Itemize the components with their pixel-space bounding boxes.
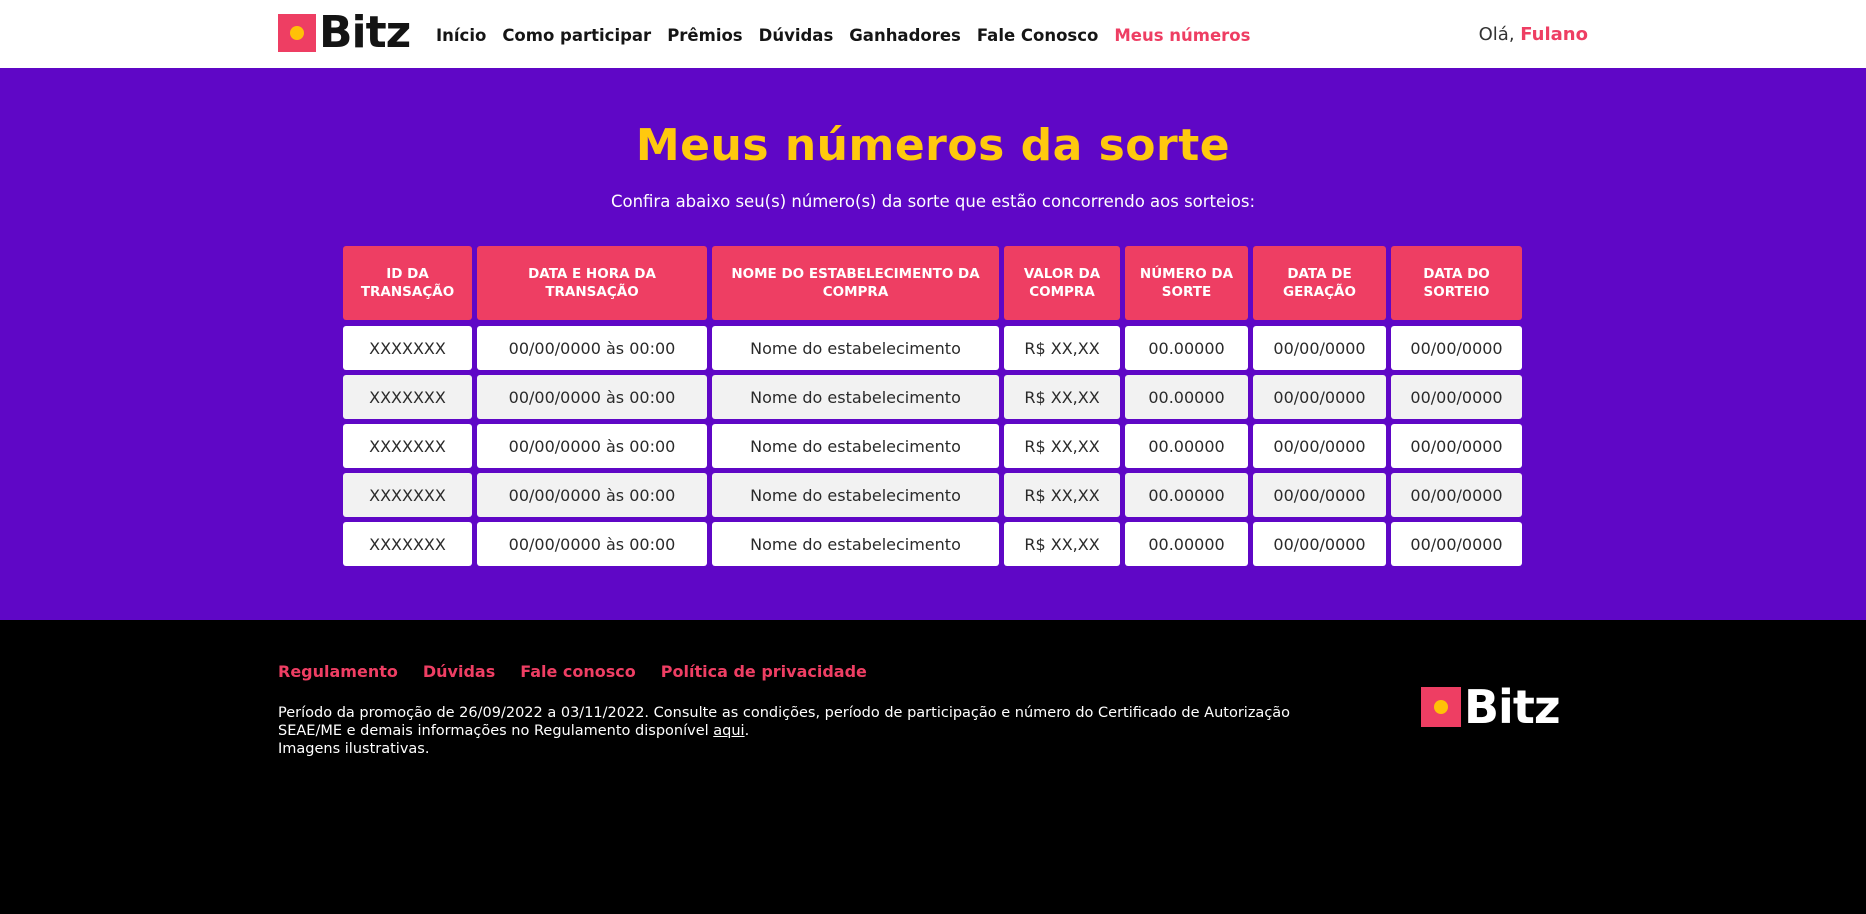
table-cell: 00.00000 xyxy=(1125,326,1248,370)
table-row: XXXXXXX 00/00/0000 às 00:00 Nome do esta… xyxy=(343,473,1522,517)
legal-text: Período da promoção de 26/09/2022 a 03/1… xyxy=(278,705,1291,739)
footer-bitz-logo[interactable]: Bitz xyxy=(1421,680,1561,734)
logo-text: Bitz xyxy=(319,7,411,58)
table-row: XXXXXXX 00/00/0000 às 00:00 Nome do esta… xyxy=(343,424,1522,468)
table-row: XXXXXXX 00/00/0000 às 00:00 Nome do esta… xyxy=(343,375,1522,419)
nav-meus-numeros[interactable]: Meus números xyxy=(1114,26,1250,45)
table-cell: 00/00/0000 às 00:00 xyxy=(477,326,707,370)
table-cell: 00/00/0000 xyxy=(1391,375,1522,419)
table-cell: 00/00/0000 às 00:00 xyxy=(477,424,707,468)
page-subtitle: Confira abaixo seu(s) número(s) da sorte… xyxy=(610,192,1256,211)
table-cell: 00/00/0000 às 00:00 xyxy=(477,375,707,419)
table-cell: 00/00/0000 xyxy=(1391,326,1522,370)
legal-text-end: . xyxy=(744,723,750,739)
table-cell: R$ XX,XX xyxy=(1004,424,1120,468)
table-cell: Nome do estabelecimento xyxy=(712,424,999,468)
footer-link-fale-conosco[interactable]: Fale conosco xyxy=(520,662,636,681)
table-header-row: ID DA TRANSAÇÃO DATA E HORA DA TRANSAÇÃO… xyxy=(343,246,1522,320)
table-cell: R$ XX,XX xyxy=(1004,473,1120,517)
table-row: XXXXXXX 00/00/0000 às 00:00 Nome do esta… xyxy=(343,326,1522,370)
table-cell: 00/00/0000 xyxy=(1253,424,1386,468)
table-cell: 00.00000 xyxy=(1125,424,1248,468)
column-header: DATA DO SORTEIO xyxy=(1391,246,1522,320)
nav-fale-conosco[interactable]: Fale Conosco xyxy=(977,26,1099,45)
nav-como-participar[interactable]: Como participar xyxy=(502,26,651,45)
table-cell: Nome do estabelecimento xyxy=(712,522,999,566)
table-cell: XXXXXXX xyxy=(343,424,472,468)
table-cell: 00/00/0000 xyxy=(1253,473,1386,517)
table-cell: 00/00/0000 xyxy=(1391,424,1522,468)
nav-premios[interactable]: Prêmios xyxy=(667,26,742,45)
illustrative-note: Imagens ilustrativas. xyxy=(278,741,430,757)
nav-ganhadores[interactable]: Ganhadores xyxy=(849,26,961,45)
table-cell: 00/00/0000 xyxy=(1253,375,1386,419)
site-footer: Regulamento Dúvidas Fale conosco Polític… xyxy=(0,620,1866,914)
table-cell: 00/00/0000 xyxy=(1253,326,1386,370)
table-cell: 00/00/0000 xyxy=(1391,473,1522,517)
column-header: NOME DO ESTABELECIMENTO DA COMPRA xyxy=(712,246,999,320)
logo-mark-icon xyxy=(1421,687,1461,727)
main-nav: Início Como participar Prêmios Dúvidas G… xyxy=(436,26,1266,45)
footer-logo-text: Bitz xyxy=(1464,680,1561,734)
table-cell: R$ XX,XX xyxy=(1004,375,1120,419)
page-title: Meus números da sorte xyxy=(635,120,1231,171)
table-cell: XXXXXXX xyxy=(343,473,472,517)
table-cell: Nome do estabelecimento xyxy=(712,326,999,370)
column-header: DATA DE GERAÇÃO xyxy=(1253,246,1386,320)
table-row: XXXXXXX 00/00/0000 às 00:00 Nome do esta… xyxy=(343,522,1522,566)
column-header: ID DA TRANSAÇÃO xyxy=(343,246,472,320)
table-cell: 00/00/0000 xyxy=(1253,522,1386,566)
bitz-logo[interactable]: Bitz xyxy=(278,7,411,58)
regulamento-link[interactable]: aqui xyxy=(713,723,744,739)
footer-links: Regulamento Dúvidas Fale conosco Polític… xyxy=(278,662,892,681)
nav-inicio[interactable]: Início xyxy=(436,26,486,45)
table-cell: R$ XX,XX xyxy=(1004,522,1120,566)
lucky-numbers-section: Meus números da sorte Confira abaixo seu… xyxy=(0,68,1866,620)
table-cell: Nome do estabelecimento xyxy=(712,473,999,517)
footer-legal-text: Período da promoção de 26/09/2022 a 03/1… xyxy=(278,704,1348,758)
user-name[interactable]: Fulano xyxy=(1520,24,1588,45)
table-cell: 00.00000 xyxy=(1125,473,1248,517)
footer-link-duvidas[interactable]: Dúvidas xyxy=(423,662,495,681)
table-cell: R$ XX,XX xyxy=(1004,326,1120,370)
table-cell: 00/00/0000 às 00:00 xyxy=(477,473,707,517)
lucky-numbers-table: ID DA TRANSAÇÃO DATA E HORA DA TRANSAÇÃO… xyxy=(343,246,1522,571)
table-cell: XXXXXXX xyxy=(343,375,472,419)
table-cell: 00.00000 xyxy=(1125,522,1248,566)
table-cell: 00/00/0000 às 00:00 xyxy=(477,522,707,566)
column-header: VALOR DA COMPRA xyxy=(1004,246,1120,320)
footer-link-regulamento[interactable]: Regulamento xyxy=(278,662,398,681)
nav-duvidas[interactable]: Dúvidas xyxy=(759,26,834,45)
site-header: Bitz Início Como participar Prêmios Dúvi… xyxy=(0,0,1866,68)
footer-link-privacidade[interactable]: Política de privacidade xyxy=(661,662,867,681)
column-header: NÚMERO DA SORTE xyxy=(1125,246,1248,320)
greeting-prefix: Olá, xyxy=(1478,24,1515,45)
column-header: DATA E HORA DA TRANSAÇÃO xyxy=(477,246,707,320)
table-cell: 00.00000 xyxy=(1125,375,1248,419)
table-cell: Nome do estabelecimento xyxy=(712,375,999,419)
table-cell: XXXXXXX xyxy=(343,326,472,370)
logo-mark-icon xyxy=(278,14,316,52)
table-cell: 00/00/0000 xyxy=(1391,522,1522,566)
table-cell: XXXXXXX xyxy=(343,522,472,566)
user-greeting: Olá, Fulano xyxy=(1479,24,1588,45)
